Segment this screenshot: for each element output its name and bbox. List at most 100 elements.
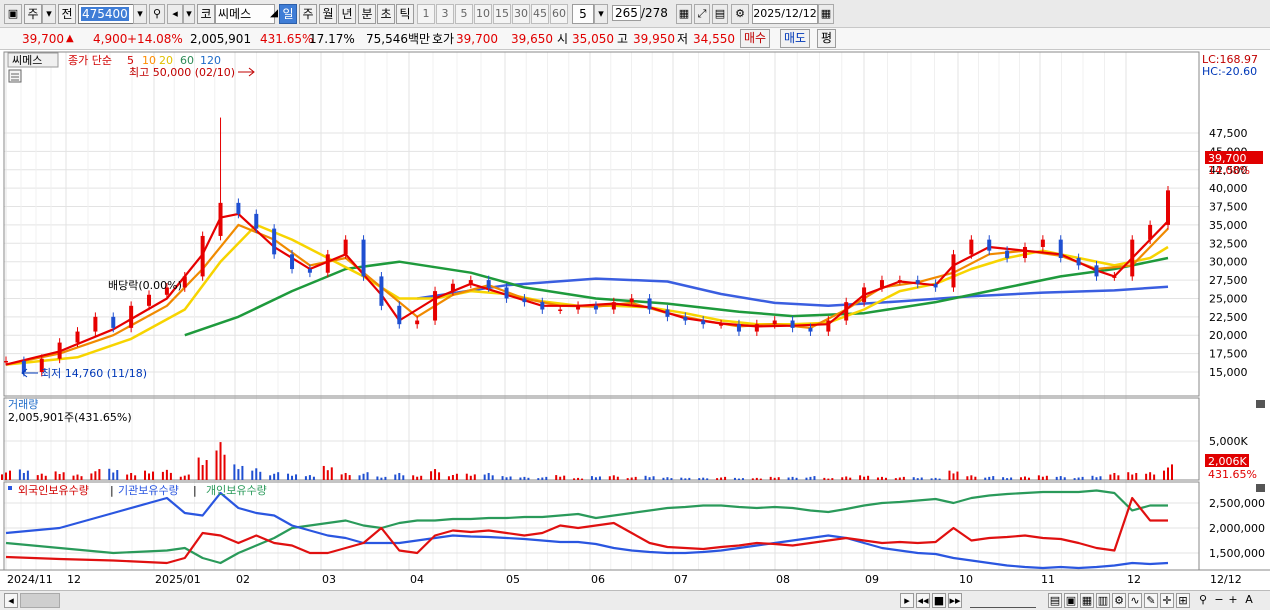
price-tick-label: 15,000 <box>1209 366 1248 379</box>
minute-1-button[interactable]: 1 <box>417 4 435 24</box>
volume-bar <box>201 465 204 480</box>
minute-30-button[interactable]: 30 <box>512 4 530 24</box>
speaker-icon[interactable]: ◂ <box>167 4 183 24</box>
zoom-in-icon[interactable]: + <box>1226 593 1240 608</box>
chart-menu-icon[interactable]: ▣ <box>4 4 22 24</box>
volume-close-icon[interactable] <box>1256 400 1265 408</box>
price-tick-label: 25,000 <box>1209 292 1248 305</box>
type-dropdown-icon[interactable]: ▾ <box>42 4 56 24</box>
holdings-close-icon[interactable] <box>1256 484 1265 492</box>
minute-3-button[interactable]: 3 <box>436 4 454 24</box>
volume-bar <box>312 476 315 480</box>
count-dropdown-icon[interactable]: ▾ <box>594 4 608 24</box>
period-minute-button[interactable]: 분 <box>358 4 376 24</box>
fast-forward-icon[interactable]: ▸▸ <box>948 593 962 608</box>
period-month-button[interactable]: 월 <box>319 4 337 24</box>
volume-bar <box>394 474 397 480</box>
volume-bar <box>787 477 790 480</box>
volume-bar <box>563 475 566 480</box>
count-input[interactable]: 5 <box>572 4 594 24</box>
volume-bar <box>527 477 530 480</box>
stock-name-field[interactable]: 씨메스 <box>215 4 275 24</box>
period-week-button[interactable]: 주 <box>299 4 317 24</box>
volume-bar <box>1019 477 1022 480</box>
copy-icon[interactable]: ▣ <box>1064 593 1078 608</box>
grid-toggle-icon[interactable]: ⊞ <box>1176 593 1190 608</box>
volume-bar <box>773 477 776 480</box>
draw-tool-icon[interactable]: ⤢ <box>694 4 710 24</box>
volume-bar <box>430 471 433 480</box>
period-second-button[interactable]: 초 <box>377 4 395 24</box>
code-dropdown-icon[interactable]: ▾ <box>133 4 147 24</box>
volume-bar <box>447 476 450 480</box>
x-axis-label: 06 <box>591 573 605 586</box>
candle <box>1076 258 1081 266</box>
volume-bar <box>1006 478 1009 480</box>
volume-bar <box>152 471 155 480</box>
count-display: 265/278 <box>612 4 668 24</box>
volume-bar <box>1055 476 1058 480</box>
speed-slider[interactable] <box>970 593 1036 608</box>
minute-10-button[interactable]: 10 <box>474 4 492 24</box>
stop-icon[interactable]: ■ <box>932 593 946 608</box>
volume-bar <box>948 470 951 480</box>
period-day-button[interactable]: 일 <box>279 4 297 24</box>
volume-current-pct: 431.65% <box>1208 468 1257 481</box>
zoom-search-icon[interactable]: ⚲ <box>1196 593 1210 608</box>
period-tick-button[interactable]: 틱 <box>396 4 414 24</box>
draw-icon[interactable]: ✎ <box>1144 593 1158 608</box>
save-icon[interactable]: ▤ <box>712 4 728 24</box>
average-button[interactable]: 평 <box>817 29 837 48</box>
prev-button[interactable]: 전 <box>58 4 76 24</box>
minute-5-button[interactable]: 5 <box>455 4 473 24</box>
indicator-icon[interactable]: ∿ <box>1128 593 1142 608</box>
rewind-icon[interactable]: ◂◂ <box>916 593 930 608</box>
period-year-button[interactable]: 년 <box>338 4 356 24</box>
x-axis-label: 12 <box>1127 573 1141 586</box>
volume-bar <box>308 475 311 480</box>
scroll-thumb[interactable] <box>20 593 60 608</box>
candle <box>343 239 348 255</box>
volume-bar <box>501 476 504 480</box>
gear-icon[interactable]: ⚙ <box>731 4 749 24</box>
code-input[interactable]: 475400 <box>78 4 138 24</box>
chart-settings-icon[interactable]: ⚙ <box>1112 593 1126 608</box>
scroll-left-icon[interactable]: ◂ <box>4 593 18 608</box>
zoom-out-icon[interactable]: − <box>1212 593 1226 608</box>
text-size-icon[interactable]: A <box>1242 593 1256 608</box>
search-icon[interactable]: ⚲ <box>149 4 165 24</box>
volume-bar <box>1171 464 1173 480</box>
count-current[interactable]: 265 <box>612 5 641 21</box>
sell-button[interactable]: 매도 <box>780 29 811 48</box>
price-tick-label: 35,000 <box>1209 219 1248 232</box>
volume-bar <box>18 469 21 480</box>
minute-15-button[interactable]: 15 <box>493 4 511 24</box>
image-icon[interactable]: ▦ <box>1080 593 1094 608</box>
current-price: 39,700 <box>22 32 64 46</box>
candle <box>75 331 80 343</box>
speaker-dropdown-icon[interactable]: ▾ <box>183 4 195 24</box>
buy-button[interactable]: 매수 <box>740 29 771 48</box>
print-icon[interactable]: ▥ <box>1096 593 1110 608</box>
volume-bar <box>670 478 673 480</box>
candle <box>540 302 545 310</box>
volume-bar <box>702 477 705 480</box>
minute-60-button[interactable]: 60 <box>550 4 568 24</box>
crosshair-icon[interactable]: ✛ <box>1160 593 1174 608</box>
volume-bar <box>849 477 852 480</box>
play-icon[interactable]: ▸ <box>900 593 914 608</box>
calendar-icon[interactable]: ▦ <box>818 4 834 24</box>
volume-bar <box>1077 477 1080 480</box>
volume-bar <box>416 476 419 480</box>
minute-45-button[interactable]: 45 <box>531 4 549 24</box>
candle <box>897 280 902 282</box>
candle <box>129 305 134 328</box>
candle <box>325 254 330 273</box>
grid-icon[interactable]: ▦ <box>676 4 692 24</box>
type-label[interactable]: 주 <box>24 4 42 24</box>
stock-chart[interactable]: 씨메스 종가 단순 5 10 20 60 120 최고 50,000 (02/1… <box>0 50 1270 590</box>
volume-bar <box>366 472 369 480</box>
date-field[interactable]: 2025/12/12 <box>752 4 818 24</box>
volume-bar <box>916 478 919 480</box>
layout-icon[interactable]: ▤ <box>1048 593 1062 608</box>
